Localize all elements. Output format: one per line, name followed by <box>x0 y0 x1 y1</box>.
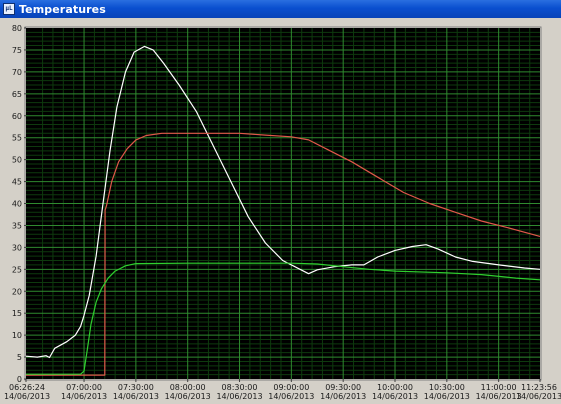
y-tick-label: 70 <box>12 68 22 77</box>
x-tick-date-label: 14/06/2013 <box>165 392 211 400</box>
x-tick-time-label: 09:00:00 <box>273 383 309 392</box>
x-axis: 06:26:2414/06/201307:00:0014/06/201307:3… <box>4 379 561 401</box>
x-tick-time-label: 10:30:00 <box>429 383 465 392</box>
y-tick-label: 55 <box>12 134 22 143</box>
y-tick-label: 40 <box>12 200 22 209</box>
x-tick-time-label: 07:00:00 <box>66 383 102 392</box>
y-tick-label: 5 <box>17 353 22 362</box>
temperatures-window: µL Temperatures 0 5 10 15 20 25 30 35 40 45 50 55 60… <box>0 0 561 401</box>
y-tick-label: 45 <box>12 178 22 187</box>
x-tick-date-label: 14/06/2013 <box>61 392 107 400</box>
x-tick-date-label: 14/06/2013 <box>476 392 522 400</box>
labview-vi-icon[interactable]: µL <box>3 3 15 15</box>
x-tick-time-label: 06:26:24 <box>9 383 45 392</box>
y-tick-label: 50 <box>12 156 22 165</box>
x-tick-time-label: 11:23:56 <box>521 383 557 392</box>
y-tick-label: 20 <box>12 287 22 296</box>
title-bar[interactable]: µL Temperatures <box>0 0 561 18</box>
y-tick-label: 75 <box>12 46 22 55</box>
x-tick-time-label: 11:00:00 <box>481 383 517 392</box>
y-tick-label: 60 <box>12 112 22 121</box>
y-tick-label: 35 <box>12 221 22 230</box>
window-title: Temperatures <box>19 2 106 16</box>
x-tick-date-label: 14/06/2013 <box>268 392 314 400</box>
x-tick-time-label: 10:00:00 <box>377 383 413 392</box>
x-tick-time-label: 09:30:00 <box>325 383 361 392</box>
x-tick-time-label: 08:00:00 <box>170 383 206 392</box>
y-tick-label: 30 <box>12 243 22 252</box>
chart-container: 0 5 10 15 20 25 30 35 40 45 50 55 60 65 70 75 80 06:26:2… <box>0 18 561 401</box>
y-tick-label: 25 <box>12 265 22 274</box>
x-tick-date-label: 14/06/2013 <box>424 392 470 400</box>
x-tick-date-label: 14/06/2013 <box>372 392 418 400</box>
x-tick-date-label: 14/06/2013 <box>216 392 262 400</box>
y-tick-label: 65 <box>12 90 22 99</box>
x-tick-date-label: 14/06/2013 <box>4 392 50 400</box>
y-axis: 05101520253035404550556065707580 <box>12 24 26 384</box>
y-tick-label: 80 <box>12 24 22 33</box>
temperature-chart[interactable]: 05101520253035404550556065707580 06:26:2… <box>0 18 561 401</box>
x-tick-date-label: 14/06/2013 <box>320 392 366 400</box>
x-tick-time-label: 08:30:00 <box>222 383 258 392</box>
x-tick-time-label: 07:30:00 <box>118 383 154 392</box>
x-tick-date-label: 14/06/2013 <box>113 392 159 400</box>
y-tick-label: 10 <box>12 331 22 340</box>
y-tick-label: 15 <box>12 309 22 318</box>
x-tick-date-label: 14/06/2013 <box>516 392 561 400</box>
